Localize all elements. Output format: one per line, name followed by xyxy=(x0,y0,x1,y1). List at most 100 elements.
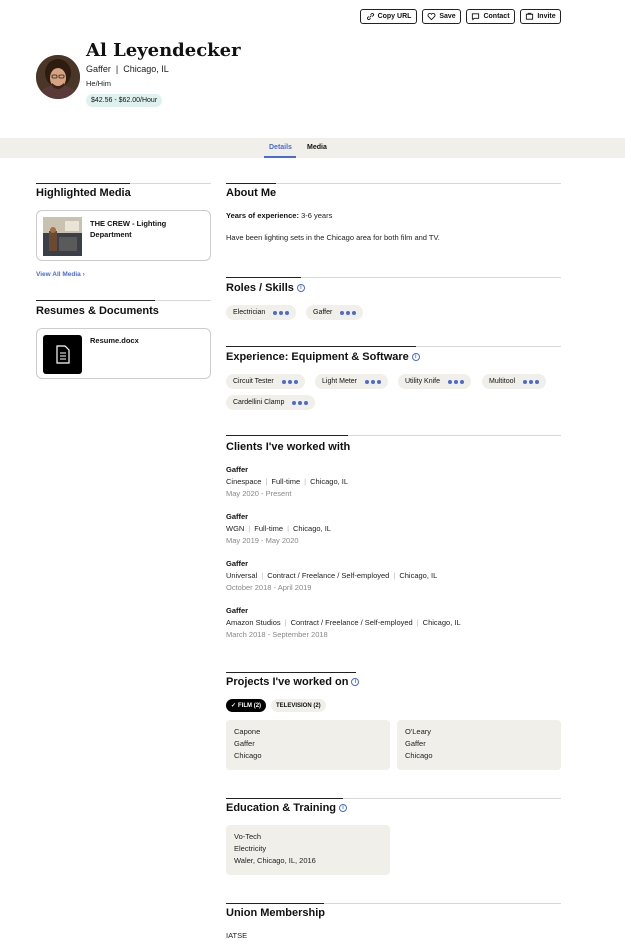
copy-url-label: Copy URL xyxy=(377,13,412,20)
client-details: Cinespace | Full-time | Chicago, IL xyxy=(226,477,349,486)
view-all-media-link[interactable]: View All Media › xyxy=(36,271,85,278)
client-location: Chicago, IL xyxy=(422,618,461,627)
client-role: Gaffer xyxy=(226,465,249,474)
about-bio: Have been lighting sets in the Chicago a… xyxy=(226,233,440,242)
client-type: Contract / Freelance / Self-employed xyxy=(267,571,390,580)
equipment-label: Light Meter xyxy=(322,378,358,385)
skill-label: Gaffer xyxy=(313,309,333,316)
filter-film-label: FILM (2) xyxy=(238,702,262,709)
resume-filename: Resume.docx xyxy=(90,336,139,345)
equipment-label: Circuit Tester xyxy=(233,378,274,385)
skill-pill-gaffer[interactable]: Gaffer xyxy=(306,305,364,320)
client-company: Universal xyxy=(226,571,258,580)
highlighted-media-title: Highlighted Media xyxy=(36,187,131,199)
client-location: Chicago, IL xyxy=(399,571,438,580)
avatar xyxy=(36,55,80,99)
invite-button[interactable]: Invite xyxy=(520,9,561,24)
client-dates: October 2018 - April 2019 xyxy=(226,583,312,592)
media-card[interactable]: THE CREW - Lighting Department xyxy=(36,210,211,261)
profile-subtitle: Gaffer | Chicago, IL xyxy=(86,64,169,74)
skill-pill-electrician[interactable]: Electrician xyxy=(226,305,297,320)
years-value: 3-6 years xyxy=(301,211,333,220)
section-divider xyxy=(226,183,561,184)
copy-url-button[interactable]: Copy URL xyxy=(360,9,417,24)
info-icon[interactable]: i xyxy=(351,678,360,686)
client-role: Gaffer xyxy=(226,606,249,615)
info-icon[interactable]: i xyxy=(339,804,348,812)
section-divider xyxy=(226,277,561,278)
filter-tv-chip[interactable]: TELEVISION (2) xyxy=(271,699,326,712)
client-dates: May 2019 - May 2020 xyxy=(226,536,299,545)
roles-title: Roles / Skills i xyxy=(226,282,305,294)
equipment-title: Experience: Equipment & Software i xyxy=(226,351,420,363)
more-dots-icon[interactable] xyxy=(448,379,465,384)
client-role: Gaffer xyxy=(226,512,249,521)
union-title: Union Membership xyxy=(226,907,326,919)
section-divider xyxy=(226,435,561,436)
chevron-right-icon: › xyxy=(82,271,85,278)
equipment-pill[interactable]: Circuit Tester xyxy=(226,374,305,389)
project-role: Gaffer xyxy=(234,739,255,748)
client-location: Chicago, IL xyxy=(310,477,349,486)
equipment-pill[interactable]: Multitool xyxy=(482,374,547,389)
skill-label: Electrician xyxy=(233,309,266,316)
equipment-label: Cardellini Clamp xyxy=(233,399,285,406)
info-icon[interactable]: i xyxy=(296,284,305,292)
heart-icon xyxy=(427,13,436,21)
more-dots-icon[interactable] xyxy=(292,400,309,405)
more-dots-icon[interactable] xyxy=(340,310,357,315)
profile-location: Chicago, IL xyxy=(123,64,169,74)
profile-name: Al Leyendecker xyxy=(86,40,241,61)
media-thumbnail xyxy=(43,217,82,256)
tab-media[interactable]: Media xyxy=(307,144,327,151)
tab-details[interactable]: Details xyxy=(269,144,292,151)
education-field: Electricity xyxy=(234,844,267,853)
rate-badge: $42.56 - $62.00/Hour xyxy=(86,94,163,107)
invite-label: Invite xyxy=(537,13,556,20)
contact-button[interactable]: Contact xyxy=(466,9,515,24)
document-icon xyxy=(43,335,82,374)
resumes-title: Resumes & Documents xyxy=(36,305,159,317)
project-role: Gaffer xyxy=(405,739,426,748)
media-card-title: THE CREW - Lighting Department xyxy=(90,219,167,239)
years-of-experience: Years of experience: 3-6 years xyxy=(226,211,332,220)
equipment-pill[interactable]: Cardellini Clamp xyxy=(226,395,316,410)
client-dates: May 2020 - Present xyxy=(226,489,292,498)
years-label: Years of experience: xyxy=(226,211,299,220)
more-dots-icon[interactable] xyxy=(523,379,540,384)
client-details: Universal | Contract / Freelance / Self-em… xyxy=(226,571,438,580)
more-dots-icon[interactable] xyxy=(281,379,298,384)
profile-role: Gaffer xyxy=(86,64,111,74)
education-title: Education & Training i xyxy=(226,802,348,814)
about-title: About Me xyxy=(226,187,277,199)
save-label: Save xyxy=(439,13,456,20)
client-type: Full-time xyxy=(254,524,284,533)
education-card: Vo-Tech Electricity Waler, Chicago, IL, … xyxy=(226,825,390,875)
more-dots-icon[interactable] xyxy=(273,310,290,315)
section-divider xyxy=(36,300,211,301)
client-location: Chicago, IL xyxy=(293,524,331,533)
link-icon xyxy=(366,12,374,21)
project-title: O'Leary xyxy=(405,727,432,736)
education-detail: Waler, Chicago, IL, 2016 xyxy=(234,856,316,865)
contact-label: Contact xyxy=(483,13,510,20)
equipment-title-label: Experience: Equipment & Software xyxy=(226,351,409,363)
education-school: Vo-Tech xyxy=(234,832,262,841)
equipment-label: Multitool xyxy=(489,378,516,385)
more-dots-icon[interactable] xyxy=(365,379,382,384)
client-details: WGN | Full-time | Chicago, IL xyxy=(226,524,331,533)
project-location: Chicago xyxy=(405,751,433,760)
equipment-pill[interactable]: Utility Knife xyxy=(398,374,472,389)
project-location: Chicago xyxy=(234,751,262,760)
save-button[interactable]: Save xyxy=(422,9,461,24)
info-icon[interactable]: i xyxy=(411,353,420,361)
message-icon xyxy=(472,13,480,21)
resume-card[interactable]: Resume.docx xyxy=(36,328,211,379)
roles-title-label: Roles / Skills xyxy=(226,282,294,294)
filter-film-chip[interactable]: ✓ FILM (2) xyxy=(226,699,267,712)
projects-title-label: Projects I've worked on xyxy=(226,676,349,688)
client-company: Amazon Studios xyxy=(226,618,281,627)
project-card[interactable]: O'Leary Gaffer Chicago xyxy=(397,720,561,770)
project-card[interactable]: Capone Gaffer Chicago xyxy=(226,720,390,770)
equipment-pill[interactable]: Light Meter xyxy=(315,374,389,389)
